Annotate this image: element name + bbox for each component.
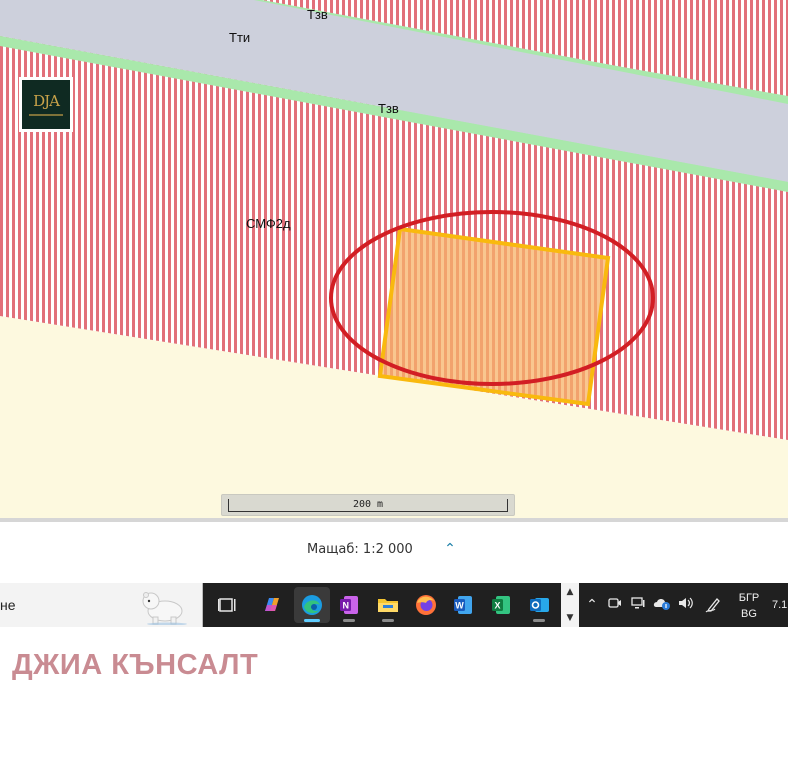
file-explorer-icon[interactable] [370,587,406,623]
word-icon[interactable]: W [445,587,481,623]
onedrive-icon[interactable] [652,595,672,617]
label-tzv-top: Тзв [307,7,328,22]
scale-label: Мащаб: 1:2 000 [307,542,413,557]
map-scalebar: 200 m [221,494,515,516]
label-tzv-mid: Тзв [378,101,399,116]
lang-top: БГР [738,592,760,604]
taskbar-search-box[interactable]: не [0,583,203,627]
scale-row: Мащаб: 1:2 000 ⌃ [0,522,788,580]
running-indicator [343,619,355,622]
chevron-up-icon[interactable]: ⌃ [441,540,459,558]
map-canvas [0,0,788,522]
svg-text:X: X [495,601,501,611]
taskbar-scroll[interactable]: ▲ ▼ [561,583,579,627]
pen-icon[interactable] [704,595,724,619]
logo-underline [29,113,63,116]
company-logo: DJA [19,77,73,132]
polar-bear-icon [142,592,187,625]
copilot-icon[interactable] [254,587,290,623]
show-hidden-icons-icon[interactable]: ⌃ [582,595,602,615]
company-name: ДЖИА КЪНСАЛТ [12,649,259,681]
label-tti: Тти [229,30,251,45]
meet-now-icon[interactable] [605,595,625,617]
active-indicator [304,619,320,622]
label-smf: СМФ2д [246,216,291,231]
scroll-up-icon[interactable]: ▲ [561,587,579,597]
network-icon[interactable] [628,595,648,617]
map-view[interactable]: Тзв Тти Тзв СМФ2д DJA 200 m [0,0,788,522]
outlook-icon[interactable] [521,587,557,623]
excel-icon[interactable]: X [483,587,519,623]
logo-mark: DJA [33,91,60,110]
onenote-icon[interactable]: N [331,587,367,623]
input-language-indicator[interactable]: БГР BG [735,590,763,622]
taskbar-clock[interactable]: 7.1 [772,599,787,611]
scroll-down-icon[interactable]: ▼ [561,613,579,623]
running-indicator [533,619,545,622]
lang-bottom: BG [741,608,757,620]
edge-icon[interactable] [294,587,330,623]
firefox-icon[interactable] [408,587,444,623]
task-view-icon[interactable] [209,587,245,623]
search-text: не [0,597,16,613]
screen: Тзв Тти Тзв СМФ2д DJA 200 m Мащаб: 1:2 0… [0,0,788,768]
svg-text:N: N [343,601,350,611]
selected-parcel[interactable] [377,226,611,407]
windows-taskbar: не N W X ▲ ▼ ⌃ БГР BG 7.1 [0,583,788,627]
running-indicator [382,619,394,622]
volume-icon[interactable] [676,595,696,617]
scalebar-label: 200 m [352,499,384,510]
svg-text:W: W [455,601,464,611]
